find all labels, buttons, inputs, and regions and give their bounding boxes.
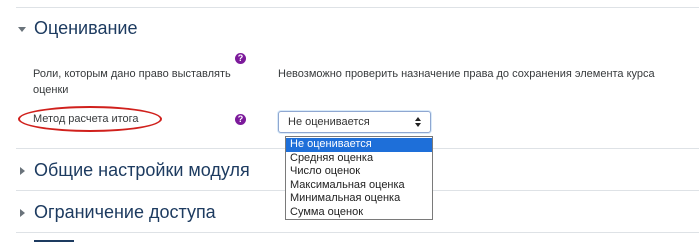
caret-down-icon xyxy=(16,23,28,35)
select-arrows-icon xyxy=(414,116,422,128)
roles-label: Роли, которым дано право выставлять оцен… xyxy=(33,68,231,96)
annotation-oval xyxy=(18,106,162,132)
aggregation-select-value: Не оценивается xyxy=(288,116,370,128)
section-access-title: Ограничение доступа xyxy=(34,202,216,222)
help-icon[interactable]: ? xyxy=(235,114,246,125)
top-divider xyxy=(16,7,699,8)
dropdown-option[interactable]: Не оценивается xyxy=(286,138,432,152)
help-icon[interactable]: ? xyxy=(235,53,246,64)
next-section-partial-title xyxy=(34,240,74,248)
section-module-settings-title: Общие настройки модуля xyxy=(34,160,250,180)
dropdown-option[interactable]: Максимальная оценка xyxy=(286,179,432,193)
caret-right-icon xyxy=(16,207,28,219)
dropdown-option[interactable]: Число оценок xyxy=(286,165,432,179)
section-grading-header[interactable]: Оценивание xyxy=(16,18,138,39)
caret-right-icon xyxy=(16,165,28,177)
divider xyxy=(16,232,699,233)
section-module-settings-header[interactable]: Общие настройки модуля xyxy=(16,160,250,181)
aggregation-select[interactable]: Не оценивается xyxy=(278,111,431,133)
dropdown-option[interactable]: Средняя оценка xyxy=(286,152,432,166)
aggregation-dropdown-list[interactable]: Не оценивается Средняя оценка Число оцен… xyxy=(285,136,433,220)
dropdown-option[interactable]: Сумма оценок xyxy=(286,206,432,220)
roles-value: Невозможно проверить назначение права до… xyxy=(278,68,655,80)
section-access-header[interactable]: Ограничение доступа xyxy=(16,202,216,223)
dropdown-option[interactable]: Минимальная оценка xyxy=(286,192,432,206)
section-grading-title: Оценивание xyxy=(34,18,138,38)
